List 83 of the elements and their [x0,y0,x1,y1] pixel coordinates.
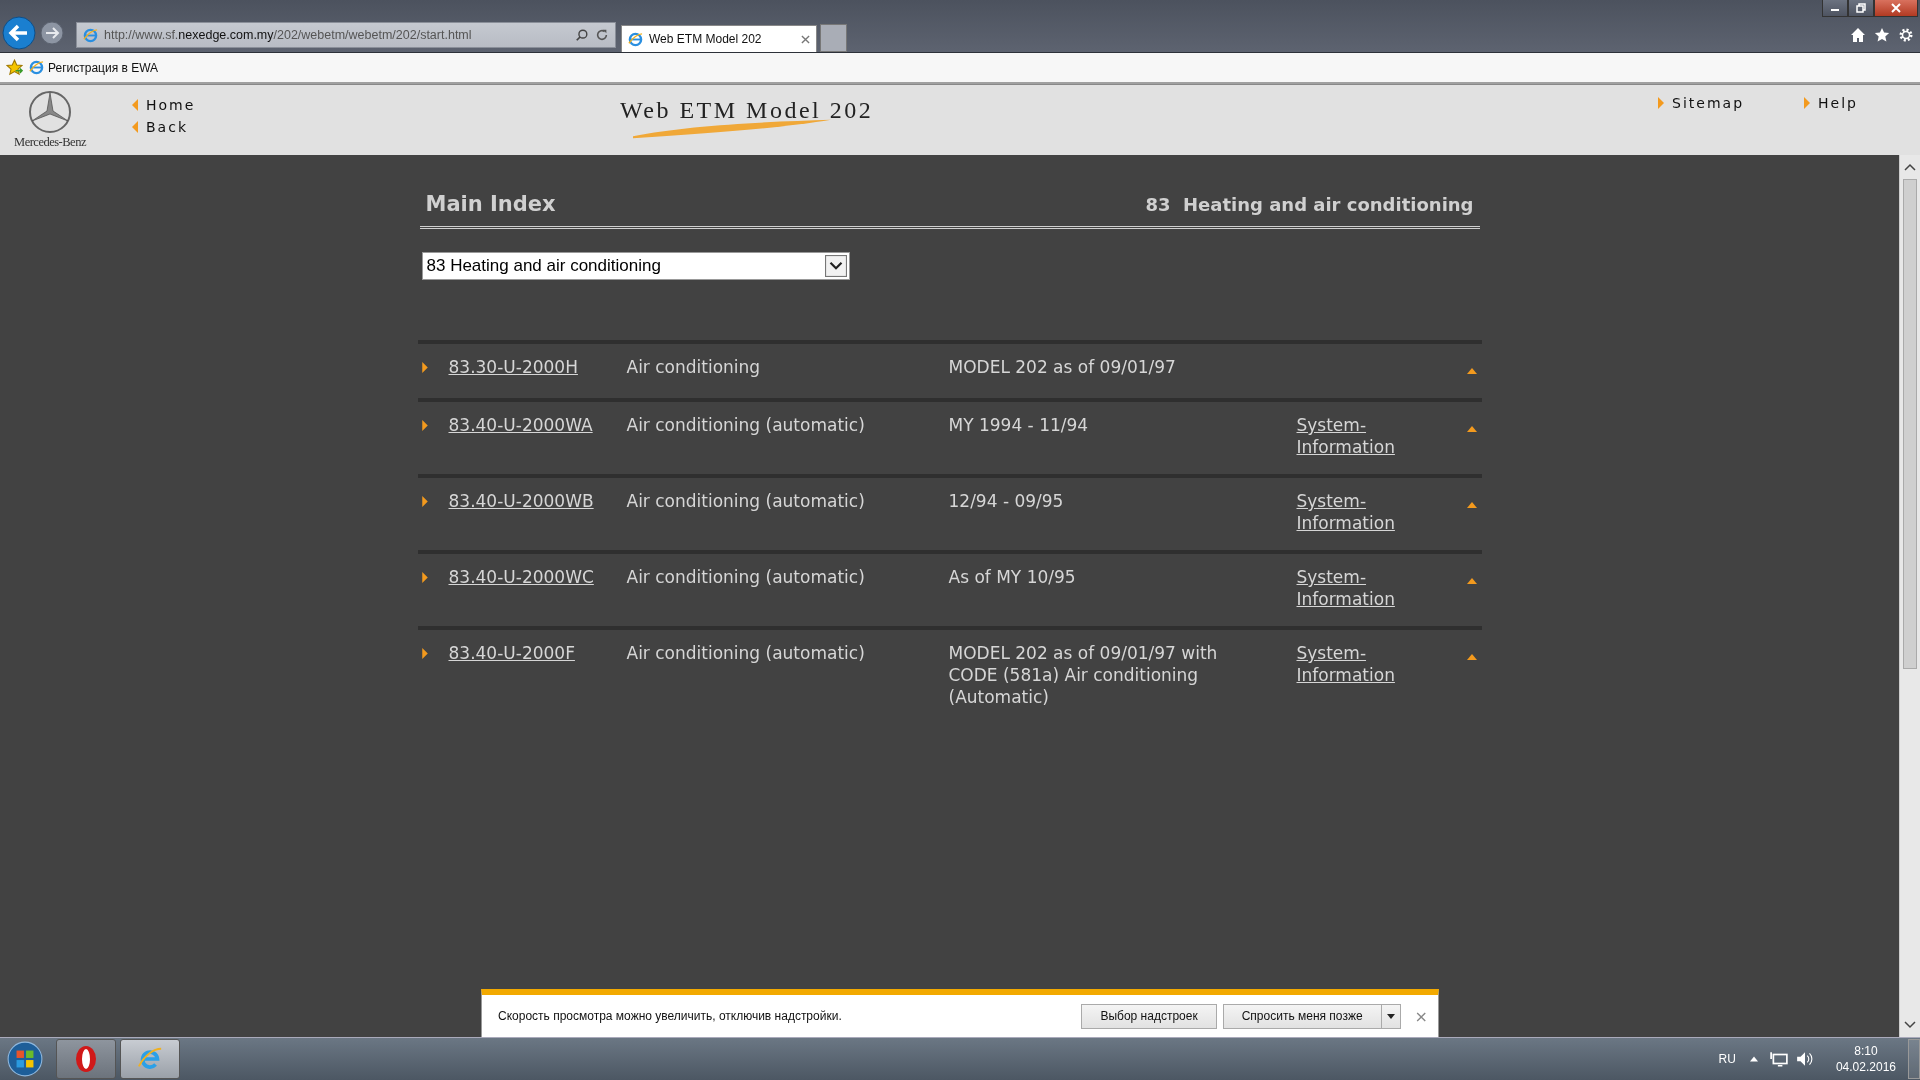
notification-button[interactable]: Выбор надстроек [1081,1003,1217,1029]
scroll-up-icon[interactable] [1904,163,1916,171]
back-to-top-icon[interactable] [1466,502,1477,508]
settings-icon[interactable] [1898,27,1914,43]
document-title: Air conditioning (automatic) [626,490,866,512]
page-globe-icon [29,60,44,75]
notification-message: Скорость просмотра можно увеличить, отключив надстройки. [498,1009,843,1023]
tab-title: Web ETM Model 202 [649,32,763,46]
caret-up-icon[interactable] [1749,1056,1758,1062]
arrow-right-icon [1804,97,1811,109]
validity-text: As of MY 10/95 [948,566,1077,588]
system-information-link[interactable]: System-Information [1296,490,1417,534]
speaker-icon[interactable] [1795,1050,1814,1068]
section-title: 83 Heating and air conditioning [1145,194,1474,215]
page-globe-icon [628,31,643,47]
close-button[interactable]: × [1414,1006,1428,1026]
address-bar[interactable]: http://www.sf.nexedge.com.my/202/webetm/webetm/202/start.html [76,22,616,48]
arrow-right-icon [421,362,428,373]
system-information-link[interactable]: System-Information [1296,566,1417,610]
nav-link[interactable]: Back [132,119,620,135]
scroll-down-icon[interactable] [1904,1021,1916,1029]
clock-date: 04.02.2016 [1835,1059,1896,1075]
validity-text: MODEL 202 as of 09/01/97 [948,356,1177,378]
document-title: Air conditioning (automatic) [626,414,866,436]
scrollbar-thumb[interactable] [1903,179,1917,669]
home-icon[interactable] [1850,27,1866,43]
arrow-right-icon [1658,97,1665,109]
close-icon [1891,3,1901,13]
page-heading: Main Index [425,192,556,216]
site-title: Web ETM Model 202 [620,97,874,124]
language-indicator[interactable]: RU [1718,1052,1736,1066]
section-select[interactable]: 83 Heating and air conditioning [421,252,850,280]
document-link[interactable]: 83.40-U-2000WB [448,490,627,512]
url-text: http://www.sf.nexedge.com.my/202/webetm/webetm/202/start.html [104,28,473,42]
notification-button[interactable]: Спросить меня позже [1222,1003,1382,1029]
document-link[interactable]: 83.40-U-2000F [448,642,627,664]
document-title: Air conditioning (automatic) [626,642,866,664]
minimize-button[interactable] [1822,0,1848,17]
arrow-left-icon [132,99,138,111]
document-link[interactable]: 83.40-U-2000WA [448,414,627,436]
back-to-top-icon[interactable] [1466,654,1477,660]
nav-link[interactable]: Help [1804,95,1858,111]
star-icon[interactable] [6,59,23,76]
arrow-right-icon [421,496,428,507]
arrow-right-icon [421,572,428,583]
system-information-link[interactable]: System-Information [1296,414,1417,458]
start-button-icon[interactable] [6,1040,44,1078]
document-link[interactable]: 83.40-U-2000WC [448,566,627,588]
search-icon[interactable] [575,28,589,42]
favorite-link[interactable]: Регистрация в EWA [29,60,159,75]
clock[interactable]: 8:10 04.02.2016 [1835,1043,1896,1075]
arrow-right-icon [421,648,428,659]
restore-button[interactable] [1848,0,1874,17]
back-to-top-icon[interactable] [1466,368,1477,374]
dropdown-button[interactable] [1380,1003,1401,1029]
back-to-top-icon[interactable] [1466,426,1477,432]
star-icon[interactable] [1874,27,1890,43]
brand-name: Mercedes-Benz [14,135,86,150]
arrow-left-icon [132,121,138,133]
document-title: Air conditioning [626,356,762,378]
document-link[interactable]: 83.30-U-2000H [448,356,627,378]
clock-time: 8:10 [1854,1043,1878,1059]
restore-icon [1856,3,1866,13]
close-window-button[interactable] [1874,0,1918,17]
validity-text: MODEL 202 as of 09/01/97 with CODE (581a) Air conditioning (Automatic) [948,642,1219,708]
validity-text: MY 1994 - 11/94 [948,414,1090,436]
nav-link[interactable]: Sitemap [1658,95,1745,111]
document-title: Air conditioning (automatic) [626,566,866,588]
browser-tab[interactable]: Web ETM Model 202 [621,25,817,52]
nav-link[interactable]: Home [132,97,620,113]
back-to-top-icon[interactable] [1466,578,1477,584]
system-information-link[interactable]: System-Information [1296,642,1417,686]
scrollbar[interactable] [1899,155,1920,1037]
close-icon[interactable] [801,34,810,44]
taskbar-app[interactable] [120,1039,180,1079]
letter-o-icon [73,1045,99,1073]
page-globe-icon [83,27,98,43]
refresh-icon[interactable] [595,28,609,42]
taskbar-app[interactable] [56,1039,116,1079]
validity-text: 12/94 - 09/95 [948,490,1065,512]
monitor-icon[interactable] [1769,1050,1788,1068]
arrow-right-icon [421,420,428,431]
caret-icon [1386,1013,1395,1019]
